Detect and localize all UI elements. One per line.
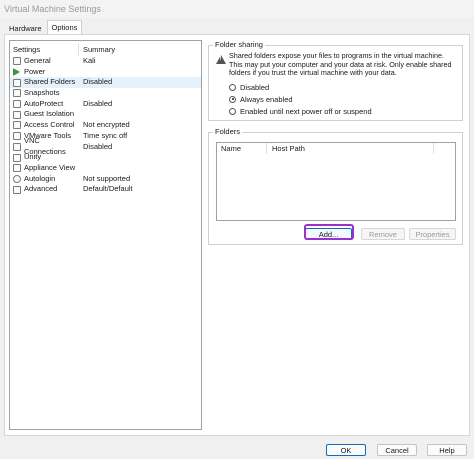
warning-icon xyxy=(216,55,226,64)
settings-item-label: Autologin xyxy=(24,173,56,183)
settings-item-summary: Default/Default xyxy=(83,184,133,194)
settings-item-advanced[interactable]: Advanced Default/Default xyxy=(10,184,201,195)
guest-isolation-icon xyxy=(13,110,21,119)
settings-item-snapshots[interactable]: Snapshots xyxy=(10,88,201,99)
folder-sharing-group: Folder sharing Shared folders expose you… xyxy=(208,40,463,121)
shared-folders-icon xyxy=(13,78,21,87)
appliance-view-icon xyxy=(13,164,21,173)
folders-title: Folders xyxy=(213,127,243,137)
settings-item-summary: Kali xyxy=(83,56,96,65)
folder-sharing-title: Folder sharing xyxy=(213,40,265,50)
settings-item-unity[interactable]: Unity xyxy=(10,152,201,163)
folders-table[interactable]: Name Host Path xyxy=(216,142,456,221)
ok-button[interactable]: OK xyxy=(326,444,366,456)
settings-item-summary: Not encrypted xyxy=(83,120,130,130)
settings-item-summary: Disabled xyxy=(83,98,113,108)
properties-button: Properties xyxy=(409,228,456,240)
settings-item-label: Access Control xyxy=(24,120,75,130)
radio-label: Enabled until next power off or suspend xyxy=(240,106,372,116)
settings-list-header: Settings Summary xyxy=(10,44,201,56)
name-column-header[interactable]: Name xyxy=(217,143,267,154)
radio-button[interactable] xyxy=(229,83,236,91)
radio-label: Disabled xyxy=(240,82,270,92)
radio-label: Always enabled xyxy=(240,94,293,104)
host-path-column-header[interactable]: Host Path xyxy=(267,143,434,154)
settings-item-label: Snapshots xyxy=(24,88,60,98)
access-control-icon xyxy=(13,121,21,130)
settings-item-label: Power xyxy=(24,66,46,76)
settings-item-summary: Time sync off xyxy=(83,130,128,140)
settings-item-power[interactable]: Power xyxy=(10,67,201,78)
settings-item-summary: Not supported xyxy=(83,173,131,183)
tab-options[interactable]: Options xyxy=(46,20,83,35)
cancel-button[interactable]: Cancel xyxy=(377,444,417,456)
settings-list[interactable]: Settings Summary General Kali Power Shar… xyxy=(9,40,202,430)
radio-always-enabled[interactable]: Always enabled xyxy=(229,94,293,104)
add-button-highlight xyxy=(304,224,354,240)
tab-hardware[interactable]: Hardware xyxy=(4,21,47,34)
settings-item-autoprotect[interactable]: AutoProtect Disabled xyxy=(10,99,201,110)
settings-column-header[interactable]: Settings xyxy=(10,44,78,56)
advanced-icon xyxy=(13,185,21,194)
autologin-icon xyxy=(13,174,21,183)
summary-column-header[interactable]: Summary xyxy=(78,44,115,56)
settings-item-label: General xyxy=(24,56,51,65)
folders-table-header: Name Host Path xyxy=(217,143,455,154)
tab-bar: Hardware Options xyxy=(4,20,83,35)
settings-item-label: Guest Isolation xyxy=(24,109,75,119)
vnc-icon xyxy=(13,142,21,151)
settings-item-label: Unity xyxy=(24,152,42,162)
snapshots-icon xyxy=(13,89,21,98)
folder-sharing-warning: Shared folders expose your files to prog… xyxy=(229,51,452,77)
settings-item-label: Advanced xyxy=(24,184,58,194)
settings-item-shared-folders[interactable]: Shared Folders Disabled xyxy=(10,77,201,89)
radio-button-checked[interactable] xyxy=(229,95,236,103)
unity-icon xyxy=(13,153,21,162)
settings-item-label: Shared Folders xyxy=(24,77,76,87)
remove-button: Remove xyxy=(361,228,405,240)
general-icon xyxy=(13,57,21,66)
radio-button[interactable] xyxy=(229,107,236,115)
power-icon xyxy=(13,68,20,77)
settings-item-label: Appliance View xyxy=(24,162,76,172)
radio-enabled-until-power-off[interactable]: Enabled until next power off or suspend xyxy=(229,106,372,116)
settings-item-summary: Disabled xyxy=(83,77,113,87)
settings-item-autologin[interactable]: Autologin Not supported xyxy=(10,174,201,185)
settings-item-appliance-view[interactable]: Appliance View xyxy=(10,163,201,174)
settings-item-guest-isolation[interactable]: Guest Isolation xyxy=(10,109,201,120)
radio-disabled[interactable]: Disabled xyxy=(229,82,269,92)
window-title: Virtual Machine Settings xyxy=(0,0,474,18)
autoprotect-icon xyxy=(13,100,21,109)
settings-item-access-control[interactable]: Access Control Not encrypted xyxy=(10,120,201,131)
settings-item-vnc-connections[interactable]: VNC Connections Disabled xyxy=(10,136,201,156)
settings-item-general[interactable]: General Kali xyxy=(10,56,201,67)
settings-item-summary: Disabled xyxy=(83,141,113,151)
settings-item-label: AutoProtect xyxy=(24,98,64,108)
help-button[interactable]: Help xyxy=(427,444,467,456)
